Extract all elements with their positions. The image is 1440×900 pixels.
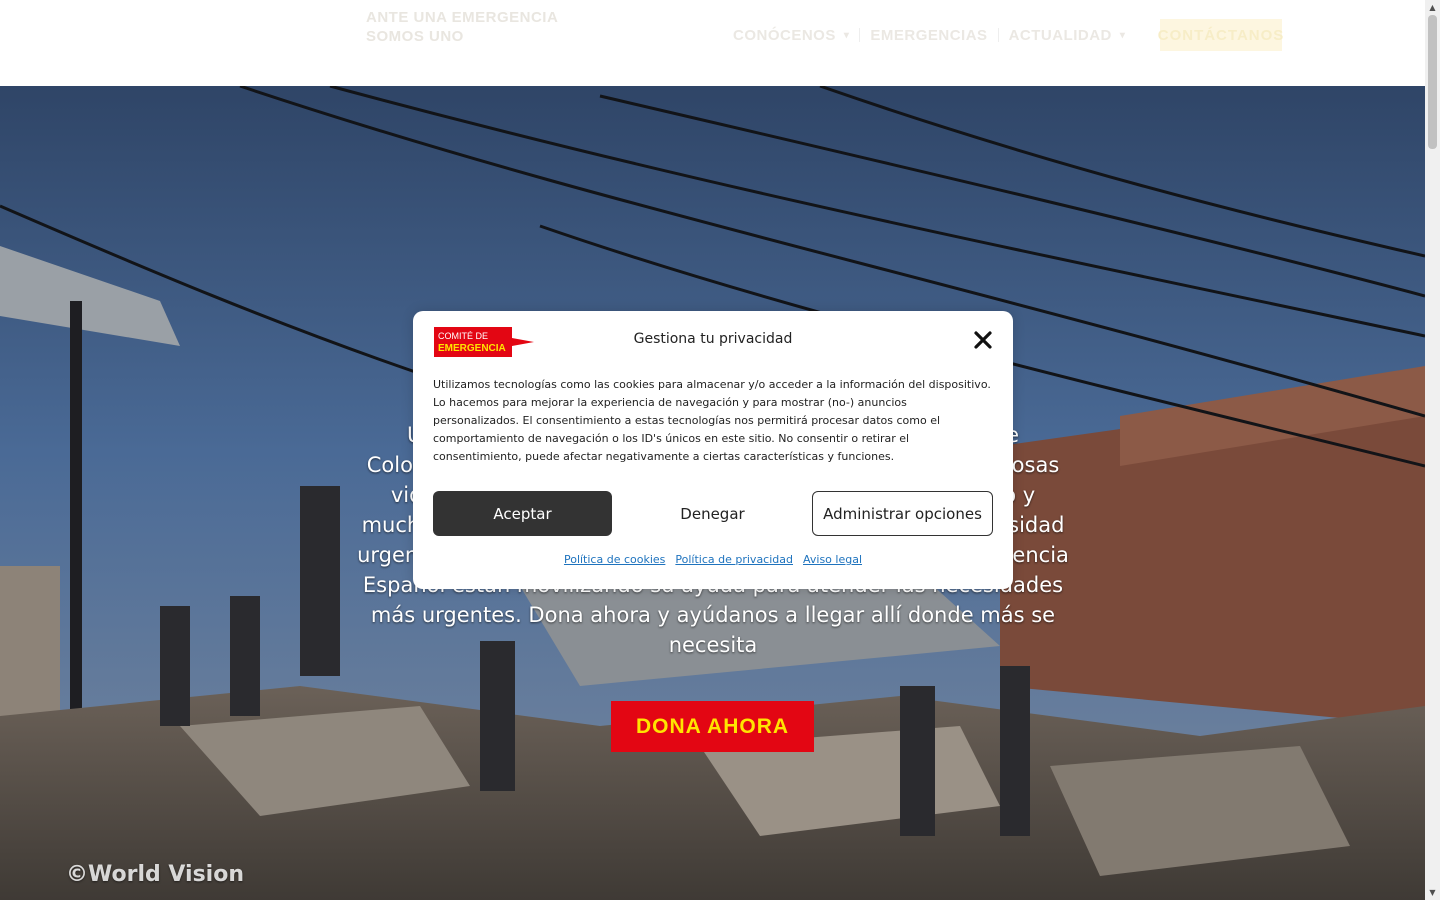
deny-button[interactable]: Denegar — [623, 491, 802, 536]
nav-item-conocenos[interactable]: CONÓCENOS ▾ — [733, 24, 849, 46]
contact-button[interactable]: CONTÁCTANOS — [1158, 19, 1283, 51]
main-nav: CONÓCENOS ▾ EMERGENCIAS ACTUALIDAD ▾ — [733, 24, 1125, 46]
nav-item-actualidad[interactable]: ACTUALIDAD ▾ — [1009, 24, 1126, 46]
nav-item-emergencias[interactable]: EMERGENCIAS — [870, 24, 987, 46]
dialog-title: Gestiona tu privacidad — [633, 331, 793, 347]
privacy-policy-link[interactable]: Política de privacidad — [675, 553, 793, 566]
nav-divider — [859, 28, 861, 42]
nav-divider — [997, 28, 999, 42]
cookie-policy-link[interactable]: Política de cookies — [564, 553, 665, 566]
manage-options-button[interactable]: Administrar opciones — [812, 491, 993, 536]
site-header: ANTE UNA EMERGENCIA SOMOS UNO CONÓCENOS … — [0, 0, 1425, 86]
page-scrollbar[interactable]: ▲ ▼ — [1425, 0, 1440, 900]
legal-notice-link[interactable]: Aviso legal — [803, 553, 862, 566]
close-icon[interactable] — [972, 329, 994, 351]
accept-button[interactable]: Aceptar — [433, 491, 612, 536]
donate-now-button[interactable]: DONA AHORA — [611, 701, 814, 752]
nav-item-label: CONÓCENOS — [733, 26, 836, 44]
dialog-links: Política de cookies Política de privacid… — [413, 553, 1013, 566]
cookie-consent-dialog: COMITÉ DE EMERGENCIA Gestiona tu privaci… — [413, 311, 1013, 589]
scroll-up-arrow-icon[interactable]: ▲ — [1425, 0, 1440, 15]
scrollbar-thumb[interactable] — [1428, 15, 1437, 149]
chevron-down-icon: ▾ — [1119, 29, 1126, 41]
site-tagline[interactable]: ANTE UNA EMERGENCIA SOMOS UNO — [366, 8, 581, 46]
nav-item-label: ACTUALIDAD — [1008, 26, 1112, 44]
dialog-body-text: Utilizamos tecnologías como las cookies … — [433, 378, 991, 463]
scroll-down-arrow-icon[interactable]: ▼ — [1425, 885, 1440, 900]
photo-credit: ©World Vision — [66, 862, 244, 887]
nav-item-label: EMERGENCIAS — [870, 26, 988, 44]
chevron-down-icon: ▾ — [843, 29, 850, 41]
